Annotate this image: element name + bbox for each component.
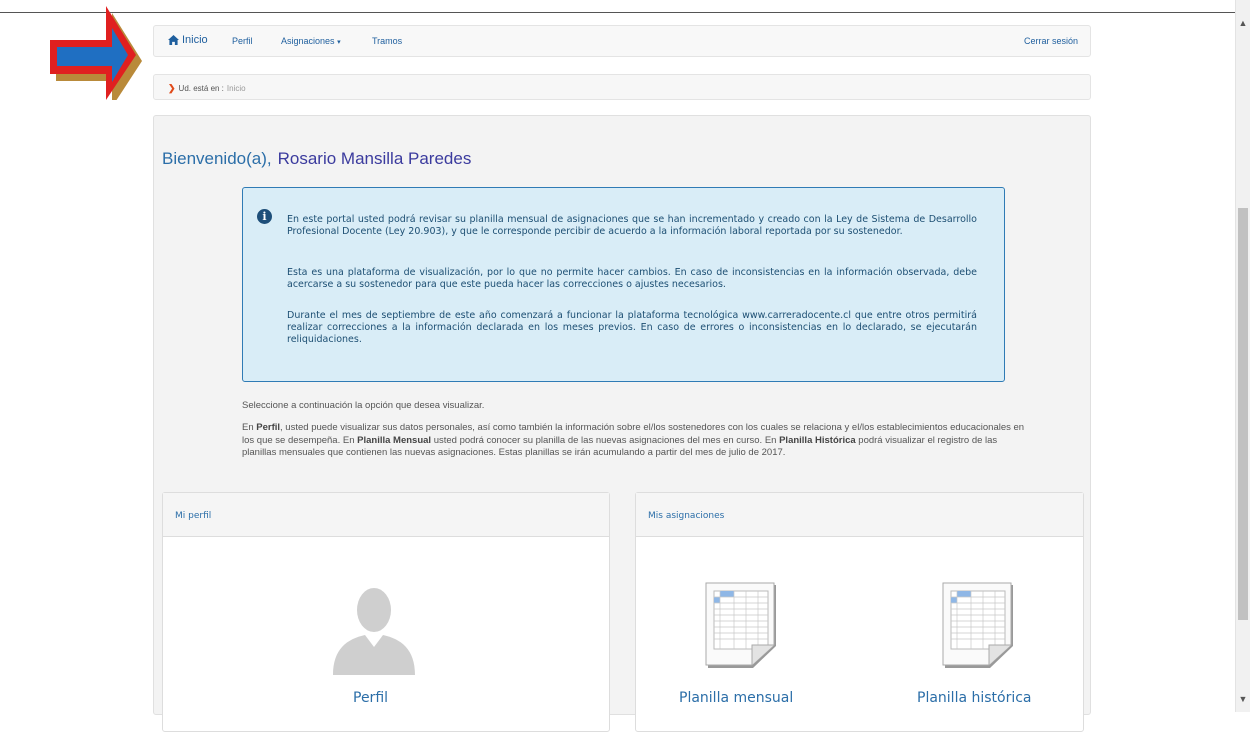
desc-text-1: En [242,422,257,433]
welcome-heading: Bienvenido(a), Rosario Mansilla Paredes [162,149,471,169]
breadcrumb-current: Inicio [226,84,246,93]
top-navbar: Inicio Perfil Asignaciones ▾ Tramos Cerr… [153,25,1091,57]
chevron-right-icon: ❯ [168,83,176,93]
scroll-up-icon[interactable]: ▲ [1238,18,1248,28]
spreadsheet-history-icon[interactable] [941,581,1015,674]
profile-panel-title: Mi perfil [163,493,609,537]
logout-link[interactable]: Cerrar sesión [1024,36,1078,46]
user-avatar-icon[interactable] [331,587,417,680]
nav-home[interactable]: Inicio [168,34,208,46]
desc-bold-mensual: Planilla Mensual [357,434,432,446]
scrollbar-thumb[interactable] [1238,208,1248,620]
nav-home-label: Inicio [182,34,208,46]
user-name: Rosario Mansilla Paredes [277,149,472,168]
nav-asignaciones-label: Asignaciones [281,36,335,46]
options-description: En Perfil, usted puede visualizar sus da… [242,422,1032,460]
nav-tramos[interactable]: Tramos [372,36,402,46]
assignments-panel-title: Mis asignaciones [636,493,1083,537]
annotation-arrow [44,0,144,107]
home-icon [168,35,179,45]
profile-link[interactable]: Perfil [353,690,388,706]
info-paragraph-1: En este portal usted podrá revisar su pl… [287,214,977,237]
desc-bold-historica: Planilla Histórica [779,434,856,446]
caret-down-icon: ▾ [337,39,341,46]
breadcrumb-prefix: Ud. está en : [178,84,224,93]
breadcrumb: ❯ Ud. está en : Inicio [153,74,1091,100]
desc-bold-perfil: Perfil [256,422,281,433]
desc-text-3: usted podrá conocer su planilla de las n… [431,434,780,446]
nav-perfil[interactable]: Perfil [232,36,253,46]
assignments-panel: Mis asignaciones Planilla mensual Planil… [635,492,1084,732]
profile-panel: Mi perfil Perfil [162,492,610,732]
nav-asignaciones-dropdown[interactable]: Asignaciones ▾ [281,36,341,46]
info-paragraph-3: Durante el mes de septiembre de este año… [287,310,977,345]
select-prompt: Seleccione a continuación la opción que … [242,400,485,411]
main-content: Bienvenido(a), Rosario Mansilla Paredes i… [153,115,1091,732]
info-paragraph-2: Esta es una plataforma de visualización,… [287,267,977,290]
spreadsheet-monthly-icon[interactable] [704,581,778,674]
info-icon: i [257,209,272,224]
top-border [0,12,1236,13]
info-alert: i En este portal usted podrá revisar su … [242,187,1005,382]
vertical-scrollbar[interactable]: ▲ ▼ [1235,0,1250,712]
welcome-greeting: Bienvenido(a), [162,149,272,168]
monthly-payroll-link[interactable]: Planilla mensual [679,690,793,706]
history-payroll-link[interactable]: Planilla histórica [917,690,1032,706]
scroll-down-icon[interactable]: ▼ [1238,694,1248,704]
